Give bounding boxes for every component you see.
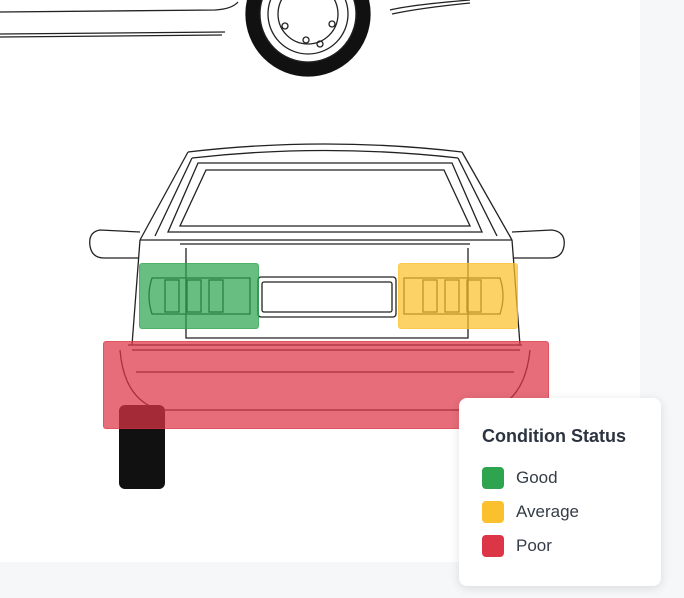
legend-item-average: Average (482, 495, 661, 529)
legend-label-poor: Poor (516, 536, 552, 555)
legend-item-poor: Poor (482, 529, 661, 563)
condition-legend: Condition Status Good Average Poor (459, 398, 661, 586)
legend-item-good: Good (482, 461, 661, 495)
legend-swatch-good (482, 467, 504, 489)
legend-title: Condition Status (482, 426, 626, 446)
zone-left-tail-light[interactable] (139, 263, 259, 329)
legend-label-average: Average (516, 502, 580, 521)
zone-right-tail-light[interactable] (398, 263, 518, 329)
legend-swatch-average (482, 501, 504, 523)
legend-label-good: Good (516, 468, 558, 487)
legend-swatch-poor (482, 535, 504, 557)
